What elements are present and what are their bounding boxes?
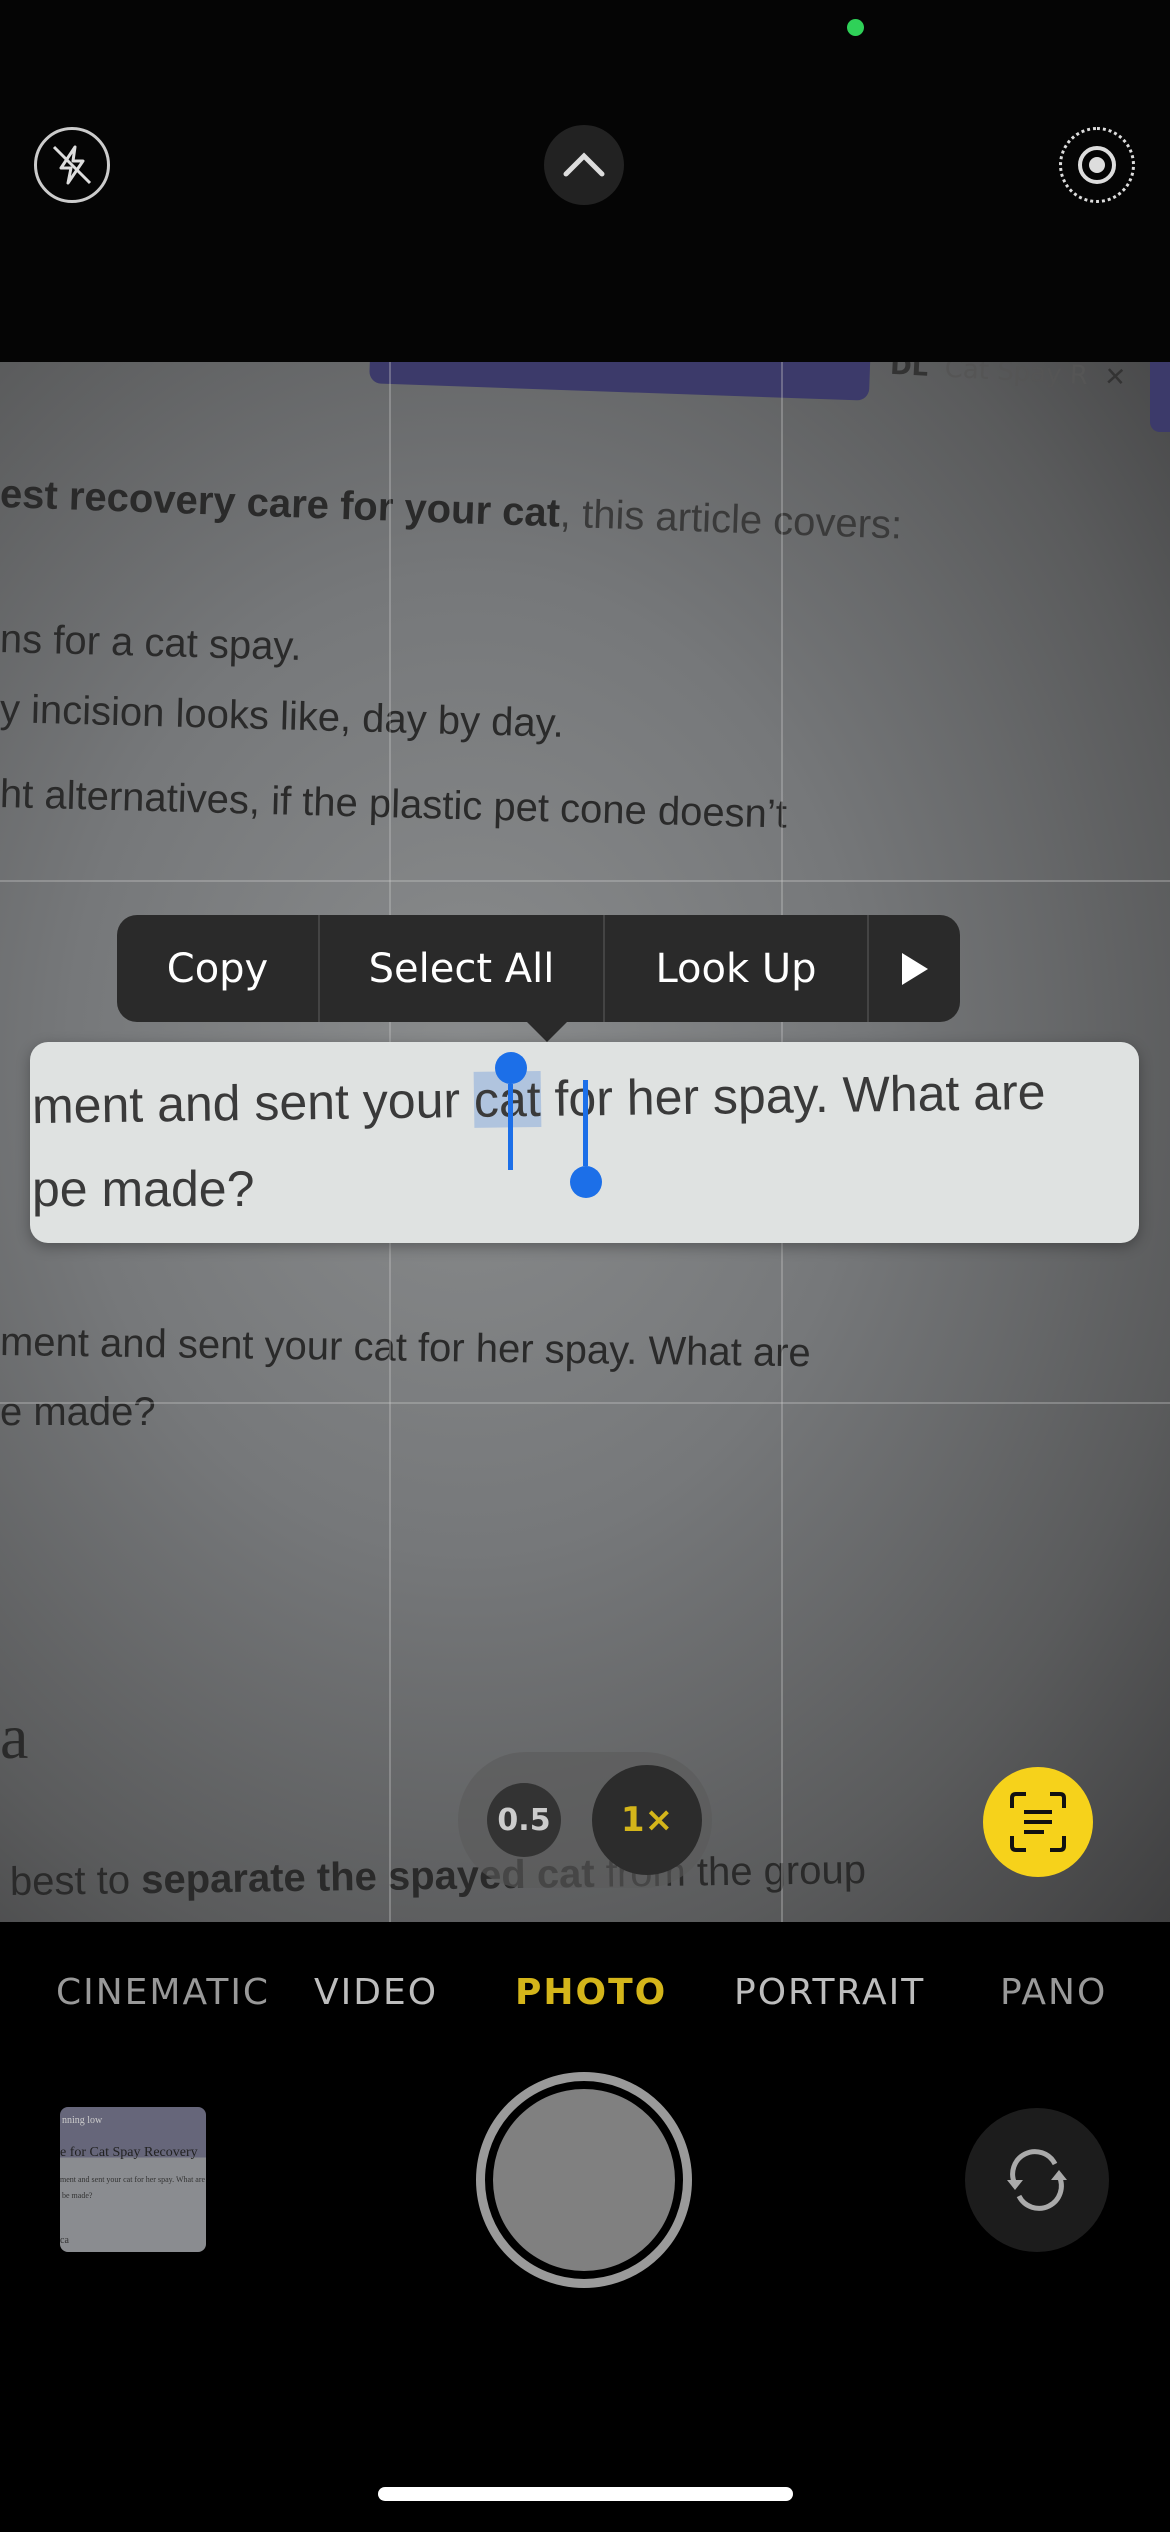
browser-tab: DL Cat Spay R ✕ bbox=[889, 362, 1126, 393]
article-heading-fragment: a bbox=[0, 1701, 29, 1772]
more-menu-button[interactable] bbox=[869, 915, 960, 1022]
browser-tab-strip bbox=[369, 362, 871, 401]
mode-selector: CINEMATIC VIDEO PHOTO PORTRAIT PANO bbox=[0, 1922, 1170, 2032]
mode-cinematic[interactable]: CINEMATIC bbox=[56, 1972, 270, 2013]
article-line: est recovery care for your cat, this art… bbox=[0, 472, 903, 548]
flash-button[interactable] bbox=[34, 127, 110, 203]
selection-start-handle[interactable] bbox=[495, 1052, 527, 1170]
selection-end-handle[interactable] bbox=[570, 1080, 602, 1198]
live-photo-icon bbox=[1078, 146, 1116, 184]
tab-close-icon: ✕ bbox=[1103, 362, 1127, 394]
grid-line bbox=[0, 880, 1170, 882]
zoom-0.5-button[interactable]: 0.5 bbox=[487, 1783, 561, 1857]
mode-portrait[interactable]: PORTRAIT bbox=[734, 1972, 925, 2013]
tab-logo: DL bbox=[889, 362, 930, 383]
shutter-button[interactable] bbox=[476, 2072, 692, 2288]
flip-camera-icon bbox=[1007, 2149, 1067, 2211]
text-context-menu: Copy Select All Look Up bbox=[117, 915, 960, 1022]
browser-tab-edge bbox=[1150, 362, 1170, 432]
look-up-menu-item[interactable]: Look Up bbox=[605, 915, 869, 1022]
flash-off-icon bbox=[52, 145, 92, 185]
mode-video[interactable]: VIDEO bbox=[314, 1972, 438, 2013]
live-text-scan-icon bbox=[1010, 1792, 1066, 1852]
select-all-menu-item[interactable]: Select All bbox=[320, 915, 605, 1022]
home-indicator[interactable] bbox=[378, 2487, 793, 2501]
article-line: y incision looks like, day by day. bbox=[0, 687, 565, 746]
chevron-up-icon bbox=[563, 152, 605, 177]
live-text-line[interactable]: pe made? bbox=[32, 1160, 254, 1218]
article-line: ns for a cat spay. bbox=[0, 617, 303, 669]
play-arrow-icon bbox=[901, 952, 928, 985]
live-photo-button[interactable] bbox=[1059, 127, 1135, 203]
controls-expand-button[interactable] bbox=[544, 125, 624, 205]
zoom-1x-button[interactable]: 1× bbox=[592, 1765, 702, 1875]
mode-pano[interactable]: PANO bbox=[1000, 1972, 1107, 2013]
photo-thumbnail[interactable]: nning low e for Cat Spay Recovery ment a… bbox=[60, 2107, 206, 2252]
article-line: ht alternatives, if the plastic pet cone… bbox=[0, 772, 788, 837]
mode-photo[interactable]: PHOTO bbox=[515, 1972, 667, 2013]
article-line: ment and sent your cat for her spay. Wha… bbox=[0, 1320, 812, 1376]
camera-indicator-dot bbox=[847, 19, 864, 36]
live-text-overlay[interactable]: ment and sent your cat for her spay. Wha… bbox=[30, 1042, 1139, 1243]
live-text-line[interactable]: ment and sent your cat for her spay. Wha… bbox=[32, 1063, 1046, 1135]
menu-pointer bbox=[525, 1020, 569, 1042]
grid-line bbox=[0, 1402, 1170, 1404]
article-line: e made? bbox=[0, 1390, 156, 1434]
zoom-selector: 0.5 1× bbox=[458, 1752, 712, 1888]
top-bar bbox=[0, 0, 1170, 362]
copy-menu-item[interactable]: Copy bbox=[117, 915, 320, 1022]
flip-camera-button[interactable] bbox=[965, 2108, 1109, 2252]
live-text-button[interactable] bbox=[983, 1767, 1093, 1877]
shutter-inner bbox=[493, 2089, 675, 2271]
article-line: best to separate the spayed cat from the… bbox=[9, 1848, 867, 1904]
tab-title: Cat Spay R bbox=[943, 362, 1089, 392]
